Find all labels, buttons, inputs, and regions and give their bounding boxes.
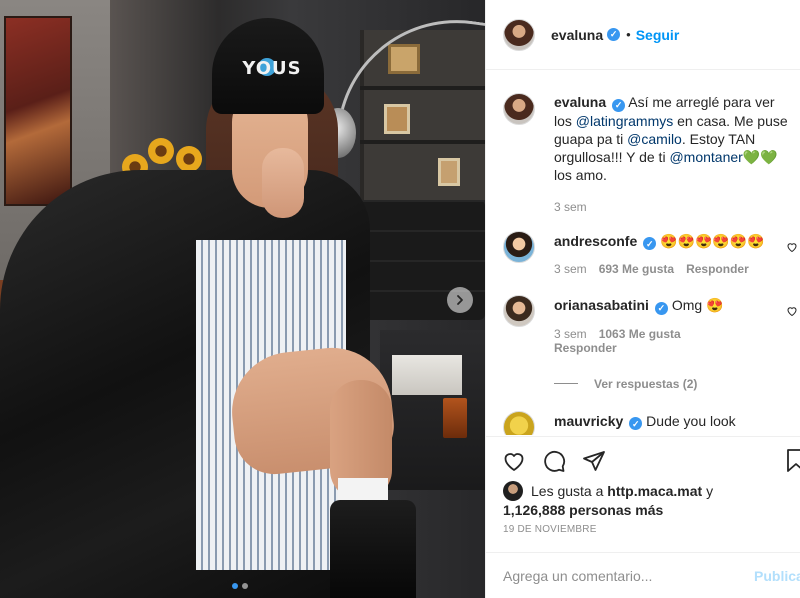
add-comment-bar: Publicar [486,552,800,598]
instagram-post: YOUS evaluna ✓ • Seguir evaluna ✓ Así me… [0,0,800,598]
caption-username[interactable]: evaluna [554,94,606,110]
post-photo[interactable]: YOUS [0,0,485,598]
comment-text: 😍😍😍😍😍😍 [660,232,765,249]
action-bar [486,436,800,484]
comment-text: Omg 😍 [671,297,724,313]
comment-input[interactable] [503,567,743,584]
comment-username[interactable]: mauvricky [554,413,623,429]
green-hearts-emoji: 💚💚 [742,148,778,165]
photo-painting [4,16,72,206]
likes-summary: Les gusta a http.maca.mat y 1,126,888 pe… [503,481,793,519]
post-header: evaluna ✓ • Seguir [486,0,800,70]
comment-username[interactable]: andresconfe [554,233,637,249]
like-button[interactable] [501,448,527,474]
publish-button[interactable]: Publicar [754,568,800,584]
carousel-next-button[interactable] [447,287,473,313]
comment-item: orianasabatini ✓ Omg 😍 3 sem 1063 Me gusta… [503,295,800,355]
mention-link[interactable]: @latingrammys [576,113,673,129]
caption-avatar[interactable] [503,93,535,125]
verified-badge-icon: ✓ [654,301,668,315]
heart-icon[interactable] [786,241,798,253]
carousel-dot-active [232,583,238,589]
separator-dot: • [626,27,631,42]
verified-badge-icon: ✓ [607,28,621,41]
view-replies-button[interactable]: Ver respuestas (2) [554,377,800,391]
reply-button[interactable]: Responder [554,341,794,355]
likes-count[interactable]: 1,126,888 personas más [503,502,663,518]
comment-avatar[interactable] [503,410,535,435]
heart-icon[interactable] [786,305,798,317]
photo-table [380,330,485,490]
photo-cup [443,398,467,438]
view-replies-label: Ver respuestas (2) [594,376,698,391]
comment-bubble-icon [544,450,566,472]
mention-link[interactable]: @montaner [669,149,742,165]
post-date[interactable]: 19 DE NOVIEMBRE [503,524,597,535]
comment-time[interactable]: 3 sem [554,262,587,276]
bookmark-icon [787,449,800,472]
photo-books [392,355,462,395]
comment-item: andresconfe ✓ 😍😍😍😍😍😍 3 sem 693 Me gusta Res… [503,230,800,276]
likes-prefix: Les gusta a [531,483,608,499]
comment-time[interactable]: 3 sem [554,327,587,341]
carousel-dot [242,583,248,589]
verified-badge-icon: ✓ [612,98,626,112]
liker-username[interactable]: http.maca.mat [607,483,702,499]
verified-badge-icon: ✓ [643,237,657,250]
comment-button[interactable] [541,448,567,474]
comments-list[interactable]: evaluna ✓ Así me arreglé para ver los @la… [486,71,800,435]
comment-avatar[interactable] [503,295,535,327]
verified-badge-icon: ✓ [629,417,643,430]
reply-button[interactable]: Responder [686,262,749,276]
comment-text: Dude you look [646,412,736,429]
heart-icon [504,452,524,471]
caption: evaluna ✓ Así me arreglé para ver los @la… [503,93,800,214]
liker-avatar[interactable] [503,481,523,501]
likes-connector: y [702,483,714,499]
carousel-indicator [232,583,248,589]
caption-text: evaluna ✓ Así me arreglé para ver los @la… [554,93,794,184]
caption-time[interactable]: 3 sem [554,200,794,214]
save-button[interactable] [785,448,800,474]
comment-avatar[interactable] [503,230,535,263]
author-username[interactable]: evaluna [551,27,603,43]
follow-button[interactable]: Seguir [636,27,680,43]
comment-item: mauvricky ✓ Dude you look [503,410,800,435]
paper-plane-icon [583,450,605,471]
mention-link[interactable]: @camilo [627,131,682,147]
comment-username[interactable]: orianasabatini [554,297,649,313]
beanie-text: YOUS [242,58,302,79]
post-sidebar: evaluna ✓ • Seguir evaluna ✓ Así me arreg… [485,0,800,598]
replies-divider [554,383,578,384]
caption-text-part: los amo. [554,166,607,183]
comment-likes[interactable]: 1063 Me gusta [599,327,681,341]
share-button[interactable] [581,448,607,474]
comment-likes[interactable]: 693 Me gusta [599,262,674,276]
chevron-right-icon [457,295,463,305]
author-avatar[interactable] [503,18,535,51]
